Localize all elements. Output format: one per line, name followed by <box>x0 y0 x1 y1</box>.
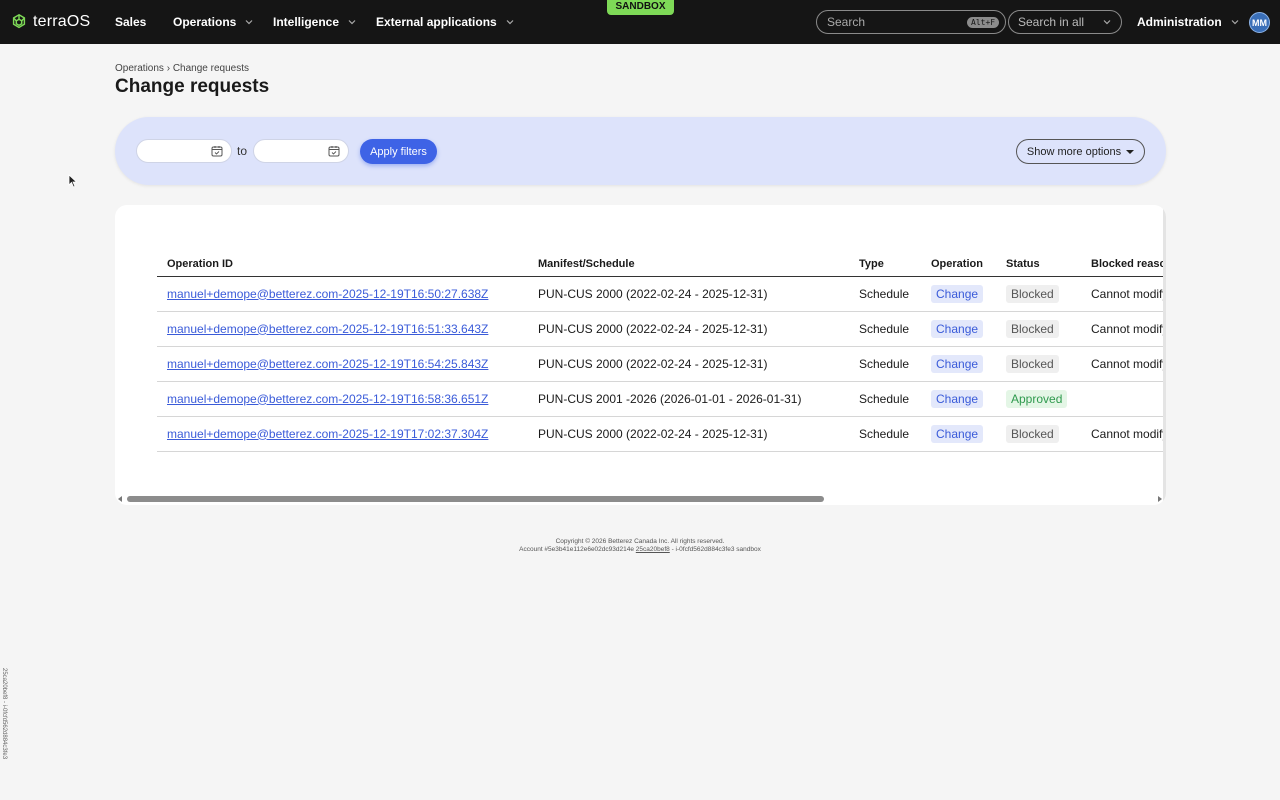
mouse-cursor-icon <box>68 174 78 188</box>
search-scope-select[interactable]: Search in all <box>1008 10 1122 34</box>
horizontal-scrollbar[interactable] <box>115 493 1166 505</box>
table-row: manuel+demope@betterez.com-2025-12-19T17… <box>157 416 1166 452</box>
table-header-row: Operation ID Manifest/Schedule Type Oper… <box>157 252 1166 277</box>
table-row: manuel+demope@betterez.com-2025-12-19T16… <box>157 276 1166 312</box>
scroll-right-arrow-icon[interactable] <box>1158 496 1162 502</box>
manifest-cell: PUN-CUS 2000 (2022-02-24 - 2025-12-31) <box>528 416 849 452</box>
operation-id-link[interactable]: manuel+demope@betterez.com-2025-12-19T16… <box>167 322 488 336</box>
type-cell: Schedule <box>849 416 921 452</box>
nav-label: Operations <box>173 15 237 29</box>
status-badge: Approved <box>1006 389 1068 408</box>
nav-sales[interactable]: Sales <box>115 15 146 29</box>
blocked-reason-cell: Cannot modify <box>1081 276 1166 312</box>
col-operation[interactable]: Operation <box>921 252 996 277</box>
breadcrumb-current: Change requests <box>172 63 249 74</box>
search-input[interactable] <box>827 15 967 29</box>
nav-operations[interactable]: Operations <box>173 15 253 29</box>
logo[interactable]: terraOS <box>10 13 106 31</box>
type-cell: Schedule <box>849 346 921 382</box>
table-row: manuel+demope@betterez.com-2025-12-19T16… <box>157 311 1166 347</box>
side-instance-id: 25ca20bef8 - i-0fcfd562d884c3fe3 <box>1 668 7 760</box>
terra-logo-icon <box>12 13 26 29</box>
blocked-reason-cell <box>1081 381 1166 417</box>
nav-intelligence[interactable]: Intelligence <box>273 15 356 29</box>
nav-label: Intelligence <box>273 15 340 29</box>
operation-id-link[interactable]: manuel+demope@betterez.com-2025-12-19T16… <box>167 392 488 406</box>
logo-text: terraOS <box>33 13 91 30</box>
chevron-down-icon <box>1103 20 1111 25</box>
scrollbar-thumb[interactable] <box>127 496 824 502</box>
manifest-cell: PUN-CUS 2000 (2022-02-24 - 2025-12-31) <box>528 311 849 347</box>
search-scope-label: Search in all <box>1018 15 1085 29</box>
filter-bar: to Apply filters Show more options <box>115 117 1166 185</box>
date-to-field[interactable] <box>253 139 349 163</box>
search-shortcut-hint: Alt+F <box>967 16 1000 28</box>
top-navbar: terraOS Sales Operations Intelligence Ex… <box>0 0 1280 44</box>
table-scroll-area[interactable]: Operation ID Manifest/Schedule Type Oper… <box>157 252 1166 452</box>
col-type[interactable]: Type <box>849 252 921 277</box>
nav-label: Administration <box>1137 15 1222 29</box>
operation-badge: Change <box>931 354 984 373</box>
date-from-field[interactable] <box>136 139 232 163</box>
table-row: manuel+demope@betterez.com-2025-12-19T16… <box>157 381 1166 417</box>
footer: Copyright © 2026 Betterez Canada Inc. Al… <box>440 538 840 554</box>
type-cell: Schedule <box>849 311 921 347</box>
nav-administration[interactable]: Administration <box>1137 15 1239 29</box>
col-status[interactable]: Status <box>996 252 1081 277</box>
show-more-options-label: Show more options <box>1026 145 1122 158</box>
footer-account: Account #5e3b41e112e6e02dc93d214e 25ca20… <box>440 546 840 554</box>
operation-badge: Change <box>931 319 984 338</box>
footer-account-suffix: - i-0fcfd562d884c3fe3 sandbox <box>671 546 761 553</box>
status-badge: Blocked <box>1006 284 1059 303</box>
blocked-reason-cell: Cannot modify <box>1081 311 1166 347</box>
scroll-edge-divider <box>1163 205 1166 505</box>
status-badge: Blocked <box>1006 319 1059 338</box>
change-requests-card: Operation ID Manifest/Schedule Type Oper… <box>115 205 1166 505</box>
global-search[interactable]: Alt+F <box>816 10 1006 34</box>
manifest-cell: PUN-CUS 2000 (2022-02-24 - 2025-12-31) <box>528 346 849 382</box>
chevron-down-icon <box>1231 20 1239 25</box>
apply-filters-button[interactable]: Apply filters <box>360 139 437 164</box>
blocked-reason-cell: Cannot modify <box>1081 416 1166 452</box>
avatar[interactable]: MM <box>1249 12 1270 33</box>
chevron-down-icon <box>506 20 514 25</box>
calendar-icon[interactable] <box>328 145 340 157</box>
blocked-reason-cell: Cannot modify <box>1081 346 1166 382</box>
operation-badge: Change <box>931 389 984 408</box>
operation-id-link[interactable]: manuel+demope@betterez.com-2025-12-19T16… <box>167 357 488 371</box>
chevron-down-icon <box>348 20 356 25</box>
col-blocked-reason[interactable]: Blocked reason <box>1081 252 1166 277</box>
page-title: Change requests <box>115 76 270 97</box>
operation-badge: Change <box>931 284 984 303</box>
breadcrumb-separator: › <box>166 63 171 74</box>
breadcrumb: Operations › Change requests <box>115 63 249 74</box>
scroll-left-arrow-icon[interactable] <box>118 496 122 502</box>
manifest-cell: PUN-CUS 2001 -2026 (2026-01-01 - 2026-01… <box>528 381 849 417</box>
calendar-icon[interactable] <box>211 145 223 157</box>
status-badge: Blocked <box>1006 424 1059 443</box>
operation-id-link[interactable]: manuel+demope@betterez.com-2025-12-19T17… <box>167 427 488 441</box>
nav-label: Sales <box>115 15 147 29</box>
table-row: manuel+demope@betterez.com-2025-12-19T16… <box>157 346 1166 382</box>
nav-external-applications[interactable]: External applications <box>376 15 514 29</box>
type-cell: Schedule <box>849 276 921 312</box>
footer-copyright: Copyright © 2026 Betterez Canada Inc. Al… <box>555 538 725 545</box>
operation-badge: Change <box>931 424 984 443</box>
date-range-to-label: to <box>237 144 248 158</box>
footer-account-link[interactable]: 25ca20bef8 <box>636 546 670 553</box>
footer-account-prefix: Account #5e3b41e112e6e02dc93d214e <box>519 546 634 553</box>
status-badge: Blocked <box>1006 354 1059 373</box>
chevron-down-icon <box>245 20 253 25</box>
operation-id-link[interactable]: manuel+demope@betterez.com-2025-12-19T16… <box>167 287 488 301</box>
col-manifest-schedule[interactable]: Manifest/Schedule <box>528 252 849 277</box>
col-operation-id[interactable]: Operation ID <box>157 252 528 277</box>
change-requests-table: Operation ID Manifest/Schedule Type Oper… <box>157 252 1166 452</box>
manifest-cell: PUN-CUS 2000 (2022-02-24 - 2025-12-31) <box>528 276 849 312</box>
sandbox-badge: SANDBOX <box>607 0 674 15</box>
show-more-options-button[interactable]: Show more options <box>1016 139 1145 164</box>
nav-label: External applications <box>376 15 497 29</box>
type-cell: Schedule <box>849 381 921 417</box>
breadcrumb-parent[interactable]: Operations <box>115 63 164 74</box>
caret-down-icon <box>1126 149 1135 154</box>
